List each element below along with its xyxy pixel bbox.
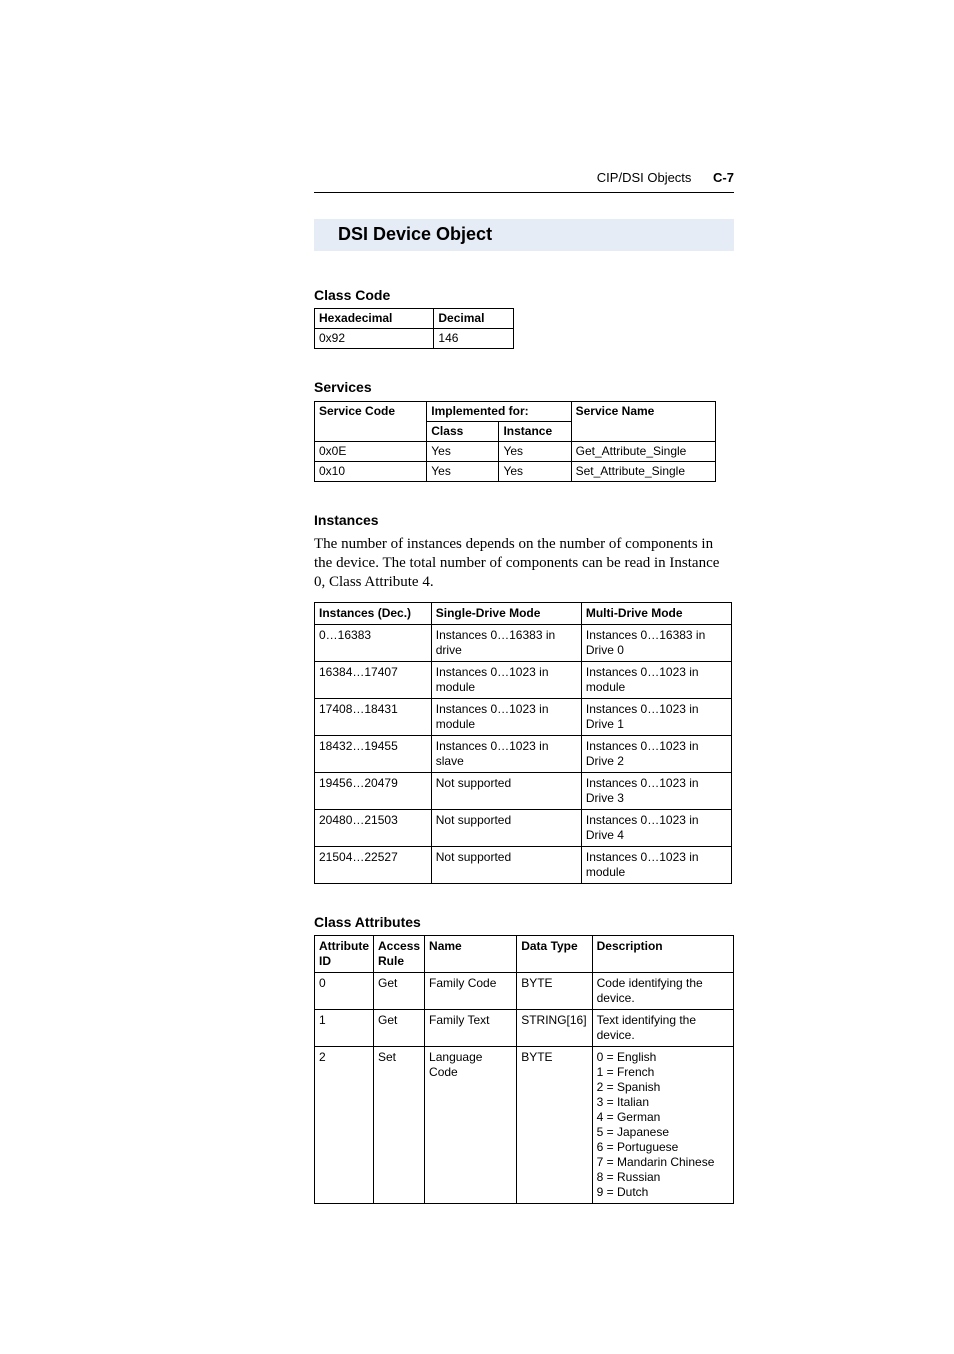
services-class-header: Class: [427, 421, 499, 441]
table-row: 0GetFamily CodeBYTECode identifying the …: [315, 973, 734, 1010]
services-impl-header: Implemented for:: [427, 401, 571, 421]
class-attrs-desc-header: Description: [592, 936, 733, 973]
instances-multi-header: Multi-Drive Mode: [581, 602, 731, 624]
class-code-dec: 146: [434, 329, 514, 349]
header-rule: [314, 192, 734, 193]
services-block: Services Service Code Implemented for: S…: [314, 379, 734, 482]
page-title: DSI Device Object: [314, 219, 734, 251]
class-code-heading: Class Code: [314, 287, 734, 305]
table-row: 19456…20479Not supportedInstances 0…1023…: [315, 772, 732, 809]
instances-description: The number of instances depends on the n…: [314, 535, 734, 591]
running-header: CIP/DSI Objects C-7: [314, 170, 734, 186]
header-section: CIP/DSI Objects: [597, 170, 692, 185]
table-row: 2SetLanguage CodeBYTE0 = English 1 = Fre…: [315, 1047, 734, 1204]
table-row: 16384…17407Instances 0…1023 in moduleIns…: [315, 661, 732, 698]
class-attributes-table: Attribute ID Access Rule Name Data Type …: [314, 935, 734, 1204]
table-row: 17408…18431Instances 0…1023 in moduleIns…: [315, 698, 732, 735]
table-row: 18432…19455Instances 0…1023 in slaveInst…: [315, 735, 732, 772]
class-code-block: Class Code Hexadecimal Decimal 0x92 146: [314, 287, 734, 350]
class-code-table: Hexadecimal Decimal 0x92 146: [314, 308, 514, 349]
class-attributes-block: Class Attributes Attribute ID Access Rul…: [314, 914, 734, 1205]
table-row: 0x0E Yes Yes Get_Attribute_Single: [315, 441, 716, 461]
table-row: 0x10 Yes Yes Set_Attribute_Single: [315, 461, 716, 481]
table-row: 0…16383Instances 0…16383 in driveInstanc…: [315, 624, 732, 661]
class-attrs-access-header: Access Rule: [374, 936, 425, 973]
table-row: 20480…21503Not supportedInstances 0…1023…: [315, 809, 732, 846]
class-code-hex-header: Hexadecimal: [315, 309, 434, 329]
services-heading: Services: [314, 379, 734, 397]
page-number: C-7: [713, 170, 734, 185]
instances-heading: Instances: [314, 512, 734, 530]
class-attrs-dtype-header: Data Type: [517, 936, 592, 973]
services-table: Service Code Implemented for: Service Na…: [314, 401, 716, 482]
instances-dec-header: Instances (Dec.): [315, 602, 432, 624]
table-row: 21504…22527Not supportedInstances 0…1023…: [315, 846, 732, 883]
instances-block: Instances The number of instances depend…: [314, 512, 734, 884]
class-code-hex: 0x92: [315, 329, 434, 349]
services-instance-header: Instance: [499, 421, 571, 441]
class-attributes-heading: Class Attributes: [314, 914, 734, 932]
class-code-dec-header: Decimal: [434, 309, 514, 329]
services-name-header: Service Name: [571, 401, 715, 441]
instances-single-header: Single-Drive Mode: [431, 602, 581, 624]
table-row: 1GetFamily TextSTRING[16]Text identifyin…: [315, 1010, 734, 1047]
class-attrs-id-header: Attribute ID: [315, 936, 374, 973]
instances-table: Instances (Dec.) Single-Drive Mode Multi…: [314, 602, 732, 884]
class-attrs-name-header: Name: [425, 936, 517, 973]
services-code-header: Service Code: [315, 401, 427, 441]
